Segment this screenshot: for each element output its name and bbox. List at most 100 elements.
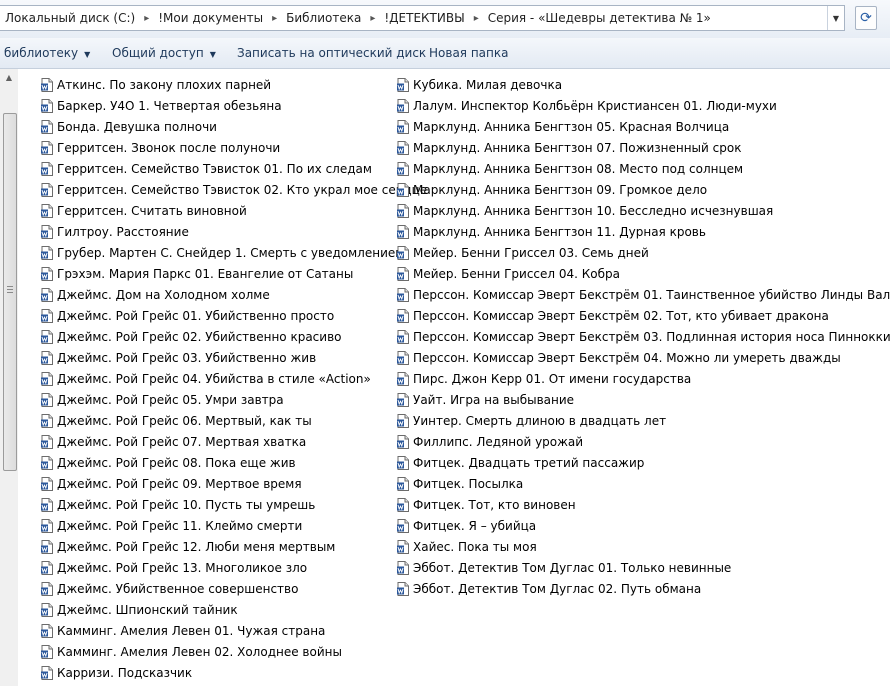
file-item[interactable]: Хайес. Пока ты моя [397,536,867,557]
file-item[interactable]: Марклунд. Анника Бенгтзон 08. Место под … [397,158,867,179]
file-item[interactable]: Джеймс. Рой Грейс 13. Многоликое зло [41,557,391,578]
new-folder-button[interactable]: Новая папка [429,38,508,68]
file-item[interactable]: Карризи. Подсказчик [41,662,391,683]
file-item[interactable]: Джеймс. Рой Грейс 05. Умри завтра [41,389,391,410]
file-item[interactable]: Фитцек. Тот, кто виновен [397,494,867,515]
file-item[interactable]: Мейер. Бенни Гриссел 03. Семь дней [397,242,867,263]
file-item[interactable]: Перссон. Комиссар Эверт Бекстрём 02. Тот… [397,305,867,326]
file-name-label: Камминг. Амелия Левен 01. Чужая страна [57,623,326,638]
file-item[interactable]: Джеймс. Рой Грейс 06. Мертвый, как ты [41,410,391,431]
breadcrumb-separator-icon[interactable]: ▸ [474,13,479,24]
file-item[interactable]: Джеймс. Рой Грейс 12. Люби меня мертвым [41,536,391,557]
breadcrumb-separator-icon[interactable]: ▸ [272,13,277,24]
file-name-label: Уинтер. Смерть длиною в двадцать лет [413,413,667,428]
file-item[interactable]: Перссон. Комиссар Эверт Бекстрём 03. Под… [397,326,890,347]
file-item[interactable]: Фитцек. Посылка [397,473,867,494]
breadcrumb-my-documents[interactable]: !Мои документы [158,11,263,25]
file-item[interactable]: Эббот. Детектив Том Дуглас 02. Путь обма… [397,578,867,599]
file-item[interactable]: Джеймс. Рой Грейс 04. Убийства в стиле «… [41,368,391,389]
file-item[interactable]: Джеймс. Рой Грейс 11. Клеймо смерти [41,515,391,536]
file-item[interactable]: Джеймс. Рой Грейс 08. Пока еще жив [41,452,391,473]
word-document-icon [397,434,409,449]
file-item[interactable]: Пирс. Джон Керр 01. От имени государства [397,368,867,389]
word-document-icon [41,413,53,428]
file-item[interactable]: Фитцек. Я – убийца [397,515,867,536]
file-item[interactable]: Герритсен. Звонок после полуночи [41,137,391,158]
file-item[interactable]: Джеймс. Дом на Холодном холме [41,284,391,305]
file-name-label: Гилтроу. Расстояние [57,224,189,239]
file-name-label: Марклунд. Анника Бенгтзон 09. Громкое де… [413,182,708,197]
include-in-library-button[interactable]: библиотеку ▼ [4,38,90,68]
file-item[interactable]: Марклунд. Анника Бенгтзон 07. Пожизненны… [397,137,867,158]
file-item[interactable]: Джеймс. Рой Грейс 07. Мертвая хватка [41,431,391,452]
file-item[interactable]: Джеймс. Рой Грейс 02. Убийственно красив… [41,326,391,347]
word-document-icon [41,329,53,344]
command-bar: библиотеку ▼ Общий доступ ▼ Записать на оп… [0,38,890,69]
share-with-label: Общий доступ [112,46,204,60]
scrollbar-thumb[interactable] [3,113,17,471]
word-document-icon [41,119,53,134]
file-name-label: Джеймс. Рой Грейс 02. Убийственно красив… [57,329,342,344]
file-item[interactable]: Джеймс. Шпионский тайник [41,599,391,620]
file-item[interactable]: Лалум. Инспектор Колбьёрн Кристиансен 01… [397,95,867,116]
file-name-label: Баркер. У4О 1. Четвертая обезьяна [57,98,282,113]
file-name-label: Грэхэм. Мария Паркс 01. Евангелие от Сат… [57,266,354,281]
file-item[interactable]: Баркер. У4О 1. Четвертая обезьяна [41,95,391,116]
file-item[interactable]: Грубер. Мартен С. Снейдер 1. Смерть с ув… [41,242,404,263]
file-item[interactable]: Марклунд. Анника Бенгтзон 09. Громкое де… [397,179,867,200]
file-item[interactable]: Камминг. Амелия Левен 01. Чужая страна [41,620,391,641]
vertical-scrollbar[interactable]: ▲ [0,69,18,686]
word-document-icon [41,560,53,575]
word-document-icon [397,287,409,302]
burn-button[interactable]: Записать на оптический диск [237,38,426,68]
file-item[interactable]: Джеймс. Рой Грейс 09. Мертвое время [41,473,391,494]
breadcrumb-separator-icon[interactable]: ▸ [370,13,375,24]
file-item[interactable]: Камминг. Амелия Левен 02. Холоднее войны [41,641,391,662]
word-document-icon [397,224,409,239]
breadcrumb-separator-icon[interactable]: ▸ [144,13,149,24]
chevron-down-icon: ▼ [84,50,91,59]
file-item[interactable]: Марклунд. Анника Бенгтзон 10. Бесследно … [397,200,867,221]
file-item[interactable]: Уайт. Игра на выбывание [397,389,867,410]
word-document-icon [397,476,409,491]
file-item[interactable]: Перссон. Комиссар Эверт Бекстрём 04. Мож… [397,347,867,368]
file-name-label: Герритсен. Считать виновной [57,203,247,218]
file-item[interactable]: Джеймс. Убийственное совершенство [41,578,391,599]
file-item[interactable]: Герритсен. Семейство Тэвисток 01. По их … [41,158,391,179]
word-document-icon [397,455,409,470]
file-item[interactable]: Бонда. Девушка полночи [41,116,391,137]
scroll-up-arrow-icon[interactable]: ▲ [0,69,18,86]
file-item[interactable]: Эббот. Детектив Том Дуглас 01. Только не… [397,557,867,578]
file-item[interactable]: Джеймс. Рой Грейс 10. Пусть ты умрешь [41,494,391,515]
word-document-icon [41,497,53,512]
file-item[interactable]: Грэхэм. Мария Паркс 01. Евангелие от Сат… [41,263,391,284]
breadcrumb-local-disk[interactable]: Локальный диск (C:) [5,11,135,25]
word-document-icon [41,98,53,113]
file-item[interactable]: Фитцек. Двадцать третий пассажир [397,452,867,473]
breadcrumb-detectives[interactable]: !ДЕТЕКТИВЫ [384,11,464,25]
file-item[interactable]: Кубика. Милая девочка [397,74,867,95]
share-with-button[interactable]: Общий доступ ▼ [112,38,216,68]
file-name-label: Джеймс. Дом на Холодном холме [57,287,270,302]
file-item[interactable]: Аткинс. По закону плохих парней [41,74,391,95]
file-item[interactable]: Филлипс. Ледяной урожай [397,431,867,452]
file-item[interactable]: Марклунд. Анника Бенгтзон 05. Красная Во… [397,116,867,137]
file-name-label: Джеймс. Рой Грейс 08. Пока еще жив [57,455,296,470]
file-item[interactable]: Мейер. Бенни Гриссел 04. Кобра [397,263,867,284]
file-name-label: Герритсен. Звонок после полуночи [57,140,281,155]
file-name-label: Джеймс. Шпионский тайник [57,602,238,617]
refresh-button[interactable]: ⟳ [855,6,877,30]
breadcrumb-library[interactable]: Библиотека [286,11,361,25]
address-history-dropdown-icon[interactable]: ▼ [827,6,844,30]
address-field[interactable]: Локальный диск (C:) ▸ !Мои документы ▸ Б… [0,5,845,31]
word-document-icon [41,518,53,533]
file-item[interactable]: Марклунд. Анника Бенгтзон 11. Дурная кро… [397,221,867,242]
file-item[interactable]: Гилтроу. Расстояние [41,221,391,242]
file-item[interactable]: Перссон. Комиссар Эверт Бекстрём 01. Таи… [397,284,890,305]
file-item[interactable]: Герритсен. Считать виновной [41,200,391,221]
file-item[interactable]: Джеймс. Рой Грейс 03. Убийственно жив [41,347,391,368]
breadcrumb-series[interactable]: Серия - «Шедевры детектива № 1» [488,11,711,25]
file-item[interactable]: Джеймс. Рой Грейс 01. Убийственно просто [41,305,391,326]
file-item[interactable]: Уинтер. Смерть длиною в двадцать лет [397,410,867,431]
file-item[interactable]: Герритсен. Семейство Тэвисток 02. Кто ук… [41,179,427,200]
